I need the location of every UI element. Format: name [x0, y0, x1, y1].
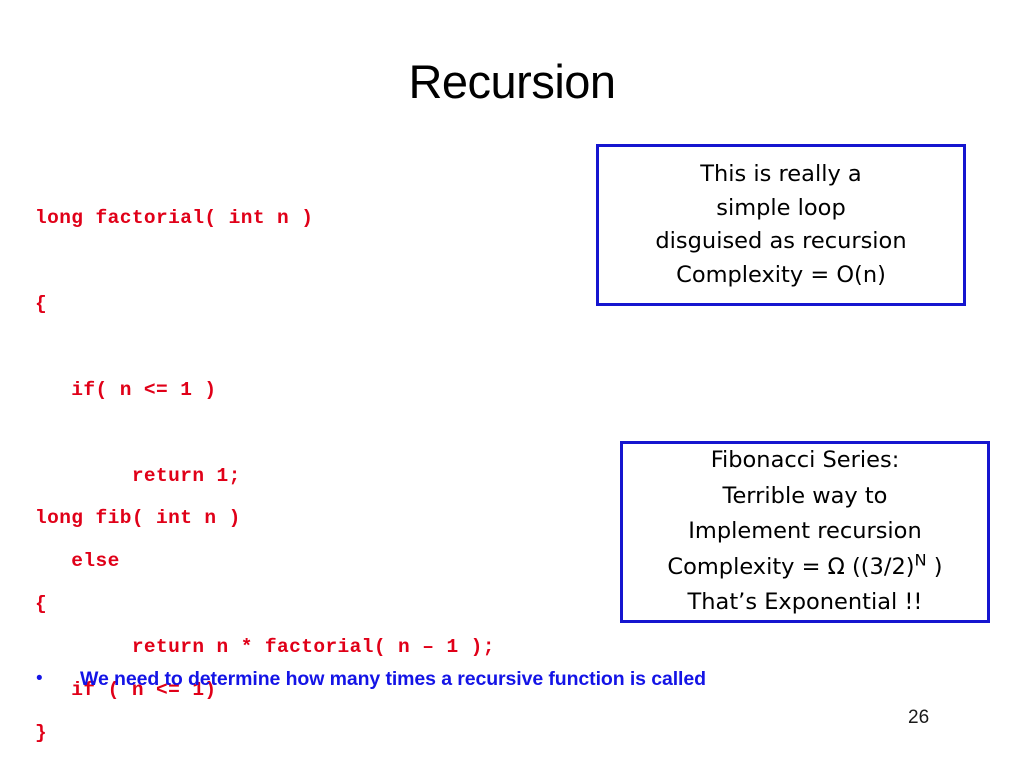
code-line: long fib( int n )	[35, 507, 241, 530]
code-line: if( n <= 1 )	[35, 378, 217, 401]
code-line: {	[35, 292, 48, 315]
omega-symbol: Ω	[827, 553, 845, 580]
callout-line: This is really a	[700, 161, 862, 187]
callout-line: Implement recursion	[688, 518, 922, 545]
code-block-fib: long fib( int n ) { if ( n <= 1) return …	[35, 447, 555, 768]
bullet-marker-icon: •	[36, 668, 43, 689]
bullet-list-item: • We need to determine how many times a …	[36, 666, 706, 692]
code-line: {	[35, 592, 48, 615]
slide-canvas: Recursion long factorial( int n ) { if( …	[0, 0, 1024, 768]
callout-box-loop-note: This is really a simple loop disguised a…	[596, 144, 966, 306]
callout-line: Fibonacci Series:	[710, 447, 900, 474]
callout-line: That’s Exponential !!	[687, 589, 923, 616]
complexity-prefix: Complexity =	[667, 553, 828, 580]
complexity-exponent: N	[914, 550, 927, 570]
slide-page-number: 26	[908, 707, 930, 728]
callout-line: simple loop	[716, 194, 846, 221]
complexity-suffix: )	[926, 553, 943, 580]
code-line: return 1;	[35, 762, 555, 768]
callout-line: Complexity = O(n)	[676, 261, 886, 288]
page-title: Recursion	[408, 55, 616, 108]
callout-box-fibonacci-note: Fibonacci Series: Terrible way to Implem…	[620, 441, 990, 623]
code-line: long factorial( int n )	[35, 207, 314, 230]
callout-line-complexity: Complexity = Ω ((3/2)N )	[667, 550, 942, 586]
bullet-text: We need to determine how many times a re…	[80, 668, 706, 690]
callout-line: Terrible way to	[722, 482, 888, 509]
callout-line: disguised as recursion	[655, 228, 907, 254]
complexity-base: ((3/2)	[844, 553, 915, 580]
